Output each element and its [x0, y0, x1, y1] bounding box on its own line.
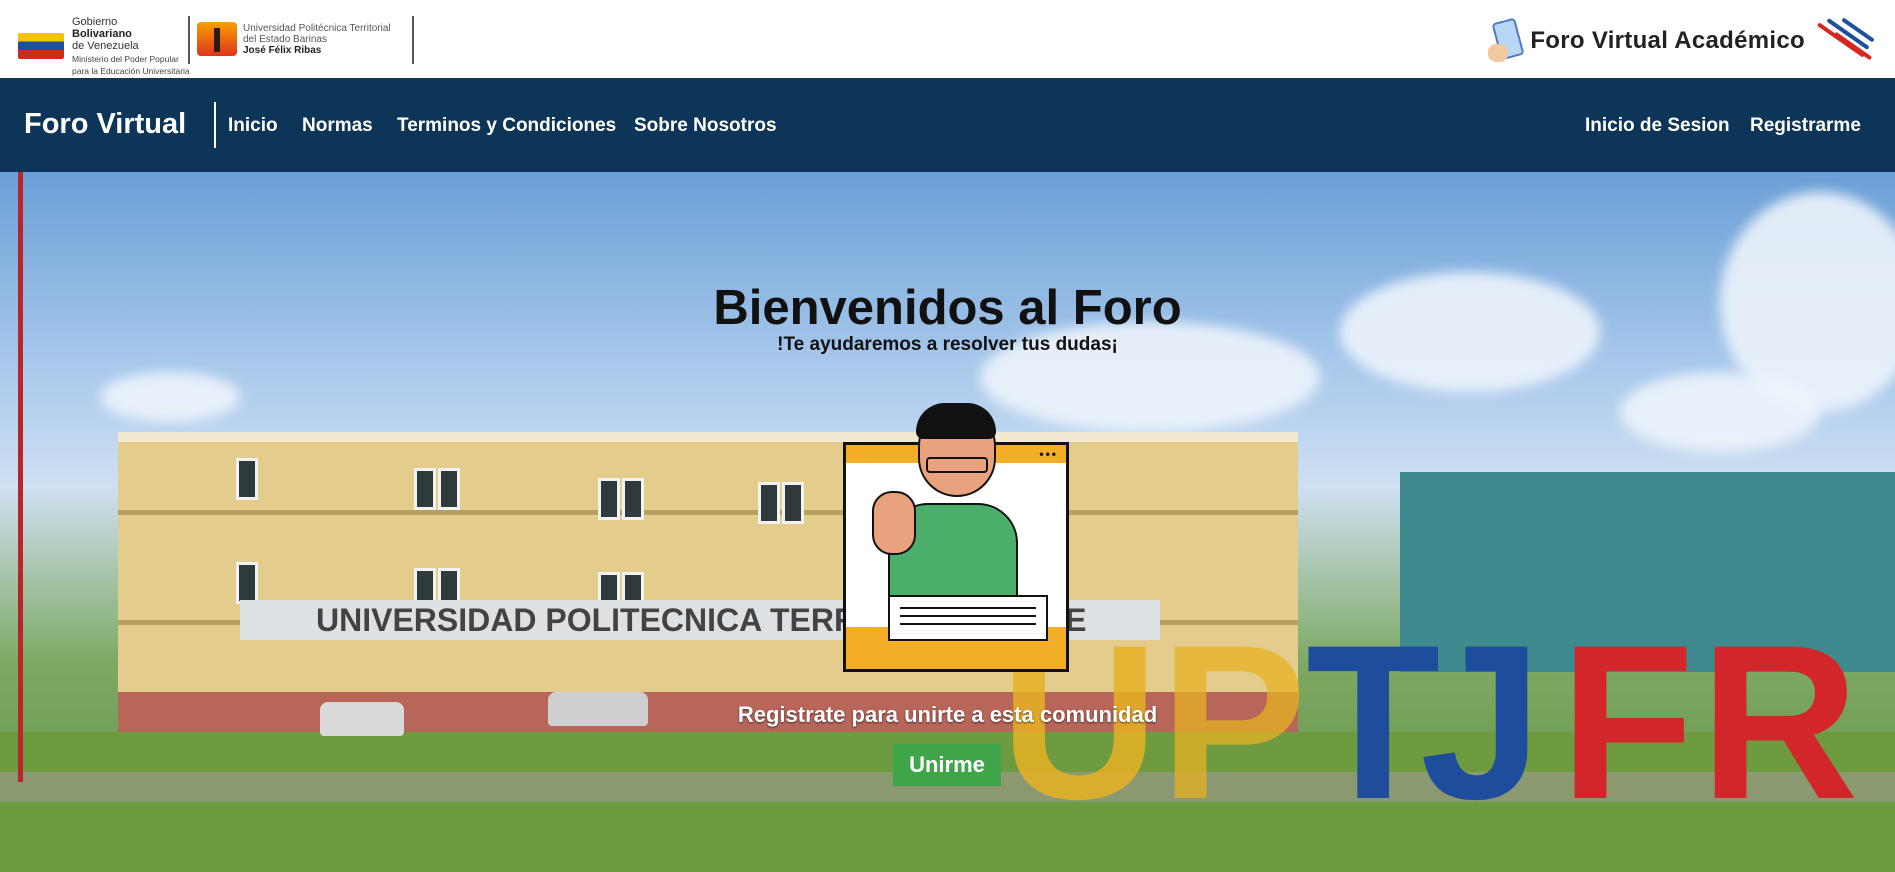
gobierno-bolivariano-logo: Gobierno Bolivariano de Venezuela Minist… — [18, 16, 190, 76]
cloud — [1620, 372, 1820, 452]
hero-subtitle: !Te ayudaremos a resolver tus dudas¡ — [777, 334, 1118, 355]
student-waving-illustration: ••• — [843, 403, 1069, 672]
waving-hand-icon — [872, 491, 916, 555]
venezuela-flag-icon — [18, 33, 64, 59]
nav-link-inicio-sesion[interactable]: Inicio de Sesion — [1585, 115, 1730, 137]
nav-link-sobre-nosotros[interactable]: Sobre Nosotros — [634, 115, 777, 137]
cloud — [100, 372, 240, 422]
decorative-lines-icon — [1809, 17, 1881, 62]
foro-brand-logo: Foro Virtual Académico — [1488, 17, 1881, 64]
navbar-brand[interactable]: Foro Virtual — [24, 108, 186, 141]
upt-logo-line3: José Félix Ribas — [243, 44, 322, 56]
upt-logo-line2: del Estado Barinas — [243, 33, 327, 45]
gov-logo-line2: Bolivariano — [72, 28, 132, 40]
phone-hand-icon — [1488, 18, 1522, 64]
gov-logo-sub2: para la Educación Universitaria — [72, 66, 190, 76]
gov-logo-line3: de Venezuela — [72, 40, 139, 52]
person-hair — [916, 403, 996, 439]
logo-divider — [412, 16, 414, 64]
nav-link-inicio[interactable]: Inicio — [228, 115, 278, 137]
top-header: Gobierno Bolivariano de Venezuela Minist… — [0, 0, 1895, 78]
brand-title: Foro Virtual Académico — [1530, 27, 1805, 54]
nav-link-terminos[interactable]: Terminos y Condiciones — [397, 115, 616, 137]
open-book-icon — [888, 595, 1048, 641]
upt-logo: Universidad Politécnica Territorial del … — [197, 22, 391, 56]
flag-pole — [18, 172, 23, 782]
gov-logo-sub1: Ministerio del Poder Popular — [72, 54, 179, 64]
glasses-icon — [926, 457, 988, 473]
hero-section: UNIVERSIDAD POLITECNICA TERRITORIAL DEL … — [0, 172, 1895, 872]
upt-logo-line1: Universidad Politécnica Territorial — [243, 22, 391, 34]
cta-text: Registrate para unirte a esta comunidad — [737, 702, 1158, 727]
unirme-button[interactable]: Unirme — [893, 744, 1001, 786]
navbar-divider — [214, 102, 216, 148]
dots-icon: ••• — [1039, 447, 1058, 461]
palm-sun-icon — [197, 22, 237, 56]
gov-logo-line1: Gobierno — [72, 16, 118, 28]
main-navbar: Foro Virtual Inicio Normas Terminos y Co… — [0, 78, 1895, 172]
logo-divider — [188, 16, 190, 64]
nav-link-normas[interactable]: Normas — [302, 115, 373, 137]
hero-title: Bienvenidos al Foro — [713, 281, 1182, 335]
nav-link-registrarme[interactable]: Registrarme — [1750, 115, 1861, 137]
